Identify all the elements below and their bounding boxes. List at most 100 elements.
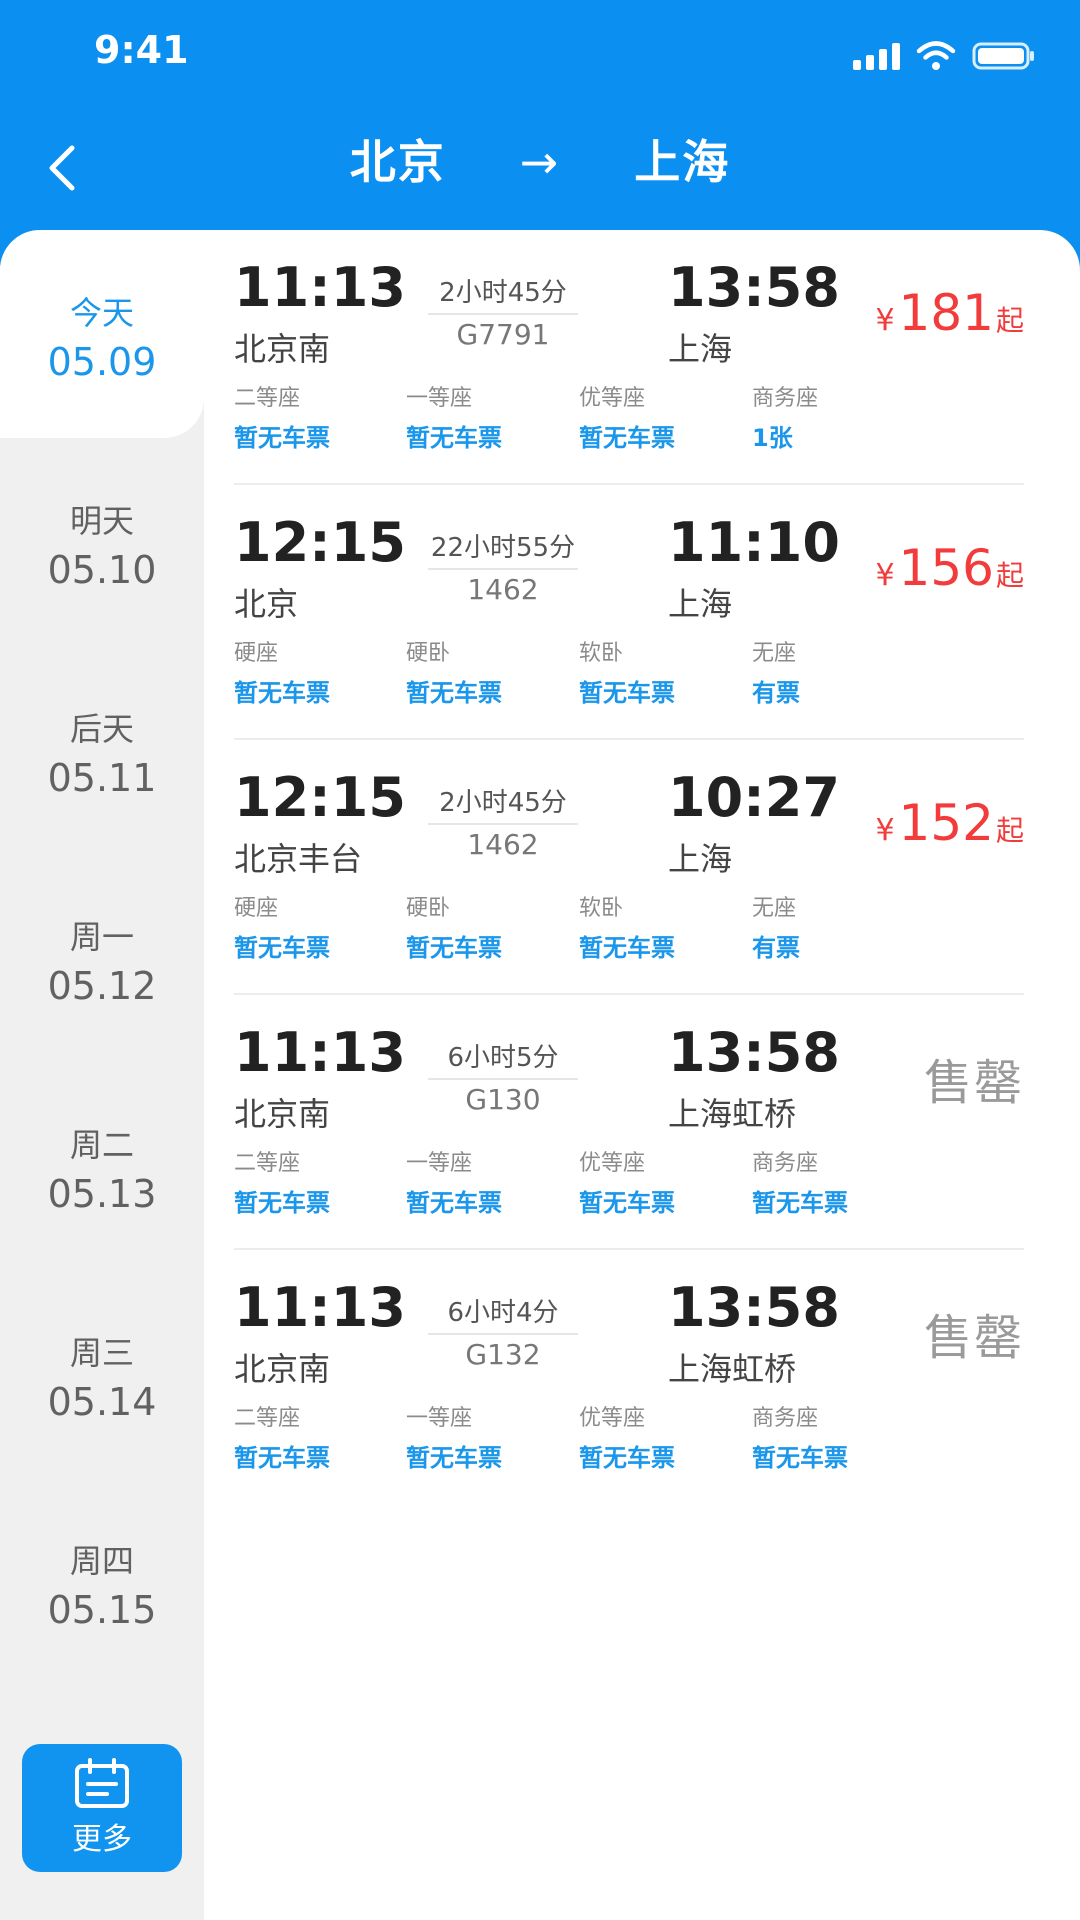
calendar-icon <box>75 1758 129 1808</box>
seat-availability: 暂无车票 <box>234 679 330 707</box>
sold-out-label: 售罄 <box>923 1310 1024 1366</box>
train-item[interactable]: 12:15 北京 22小时55分 1462 11:10 上海 ¥156起 硬座 暂无车票 硬卧 暂无… <box>234 485 1024 740</box>
seat-availability: 暂无车票 <box>579 934 675 962</box>
departure-station: 北京南 <box>234 1350 331 1388</box>
price-suffix: 起 <box>995 304 1024 337</box>
seat-class: 商务座 1张 <box>752 380 922 453</box>
date-item[interactable]: 周三 05.14 <box>0 1270 204 1478</box>
date-label: 周三 <box>69 1334 134 1372</box>
departure-station: 北京南 <box>234 1095 331 1133</box>
seat-class: 软卧 暂无车票 <box>579 890 749 963</box>
seat-class: 硬卧 暂无车票 <box>406 635 576 708</box>
seat-class: 二等座 暂无车票 <box>234 1400 404 1473</box>
seat-class-name: 硬卧 <box>406 641 451 666</box>
arrival-station: 上海虹桥 <box>668 1350 797 1388</box>
sold-out-label: 售罄 <box>923 1055 1024 1111</box>
seat-class-name: 硬座 <box>234 641 279 666</box>
more-dates-button[interactable]: 更多 <box>22 1744 182 1872</box>
seat-class: 一等座 暂无车票 <box>406 1145 576 1218</box>
date-value: 05.15 <box>47 1588 157 1632</box>
train-item[interactable]: 11:13 北京南 6小时4分 G132 13:58 上海虹桥 售罄二等座 暂无车票 一等座 暂无… <box>234 1250 1024 1503</box>
train-item[interactable]: 12:15 北京丰台 2小时45分 1462 10:27 上海 ¥152起 硬座 暂无车票 硬卧暂… <box>234 740 1024 995</box>
price: ¥152起 <box>875 794 1024 852</box>
travel-duration: 6小时4分 <box>428 1292 578 1335</box>
travel-duration: 6小时5分 <box>428 1037 578 1080</box>
seat-availability: 暂无车票 <box>579 424 675 452</box>
price-amount: 181 <box>898 284 994 342</box>
seat-class-name: 软卧 <box>579 896 624 921</box>
date-label: 周四 <box>69 1542 134 1580</box>
departure-station: 北京 <box>234 585 299 623</box>
seat-class: 硬卧 暂无车票 <box>406 890 576 963</box>
date-item[interactable]: 周二 05.13 <box>0 1062 204 1270</box>
seat-availability: 暂无车票 <box>234 424 330 452</box>
seat-class: 商务座 暂无车票 <box>752 1400 922 1473</box>
arrival-station: 上海 <box>668 585 733 623</box>
seat-availability: 有票 <box>752 934 800 962</box>
seat-class: 优等座 暂无车票 <box>579 380 749 453</box>
currency-symbol: ¥ <box>875 558 895 593</box>
seat-class: 软卧 暂无车票 <box>579 635 749 708</box>
seat-availability: 暂无车票 <box>406 424 502 452</box>
departure-time: 11:13 <box>234 1021 406 1084</box>
seat-availability: 暂无车票 <box>579 1189 675 1217</box>
seat-availability: 有票 <box>752 679 800 707</box>
travel-duration: 22小时55分 <box>428 527 578 570</box>
destination-city: 上海 <box>634 135 731 189</box>
price-suffix: 起 <box>995 814 1024 847</box>
seat-availability: 暂无车票 <box>234 1189 330 1217</box>
date-item[interactable]: 周一 05.12 <box>0 854 204 1062</box>
date-label: 明天 <box>69 502 134 540</box>
seat-class-name: 优等座 <box>579 386 646 411</box>
date-label: 周一 <box>69 918 134 956</box>
seat-class: 二等座 暂无车票 <box>234 380 404 453</box>
status-time: 9:41 <box>94 28 189 72</box>
seat-class: 一等座 暂无车票 <box>406 1400 576 1473</box>
price-suffix: 起 <box>995 559 1024 592</box>
arrival-time: 13:58 <box>668 1276 840 1339</box>
seat-class: 硬座 暂无车票 <box>234 890 404 963</box>
train-number: G132 <box>465 1338 541 1371</box>
price-amount: 152 <box>898 794 994 852</box>
train-number: 1462 <box>467 828 539 861</box>
seat-class-name: 无座 <box>752 641 797 666</box>
seat-class-name: 二等座 <box>234 1406 301 1431</box>
date-label: 今天 <box>69 294 134 332</box>
seat-class-name: 一等座 <box>406 386 473 411</box>
seat-availability: 暂无车票 <box>406 679 502 707</box>
date-item[interactable]: 明天 05.10 <box>0 438 204 646</box>
seat-availability: 1张 <box>752 424 793 452</box>
travel-duration: 2小时45分 <box>428 782 578 825</box>
arrival-time: 10:27 <box>668 766 840 829</box>
date-item[interactable]: 周四 05.15 <box>0 1478 204 1686</box>
app-root: 9:41 北京 → 上海 今天 05.09 明天 05.10 后天 05.11 … <box>0 0 1080 1920</box>
seat-class-name: 一等座 <box>406 1406 473 1431</box>
seat-class: 无座 有票 <box>752 890 922 963</box>
train-item[interactable]: 11:13 北京南 2小时45分 G7791 13:58 上海 ¥181起 二等座 暂无车票 一等… <box>234 230 1024 485</box>
route-title: 北京 → 上海 <box>0 126 1080 192</box>
date-item[interactable]: 后天 05.11 <box>0 646 204 854</box>
seat-class-name: 二等座 <box>234 386 301 411</box>
currency-symbol: ¥ <box>875 813 895 848</box>
departure-time: 12:15 <box>234 511 406 574</box>
seat-class-name: 硬卧 <box>406 896 451 921</box>
seat-class-name: 商务座 <box>752 1406 819 1431</box>
price-amount: 156 <box>898 539 994 597</box>
status-bar: 9:41 <box>0 0 1080 108</box>
departure-time: 12:15 <box>234 766 406 829</box>
signal-icon <box>853 42 900 70</box>
seat-class-name: 软卧 <box>579 641 624 666</box>
route-arrow: → <box>519 135 561 189</box>
seat-availability: 暂无车票 <box>234 934 330 962</box>
departure-time: 11:13 <box>234 1276 406 1339</box>
more-label: 更多 <box>72 1822 132 1857</box>
date-sidebar: 今天 05.09 明天 05.10 后天 05.11 周一 05.12 周二 05.13 周三 05.… <box>0 230 204 1920</box>
date-item[interactable]: 今天 05.09 <box>0 230 204 438</box>
date-value: 05.09 <box>47 340 157 384</box>
seat-availability: 暂无车票 <box>406 934 502 962</box>
departure-time: 11:13 <box>234 256 406 319</box>
train-item[interactable]: 11:13 北京南 6小时5分 G130 13:58 上海虹桥 售罄 二等座 暂无车票 一等座 暂无… <box>234 995 1024 1250</box>
travel-duration: 2小时45分 <box>428 272 578 315</box>
seat-class-name: 硬座 <box>234 896 279 921</box>
departure-station: 北京丰台 <box>234 840 363 878</box>
